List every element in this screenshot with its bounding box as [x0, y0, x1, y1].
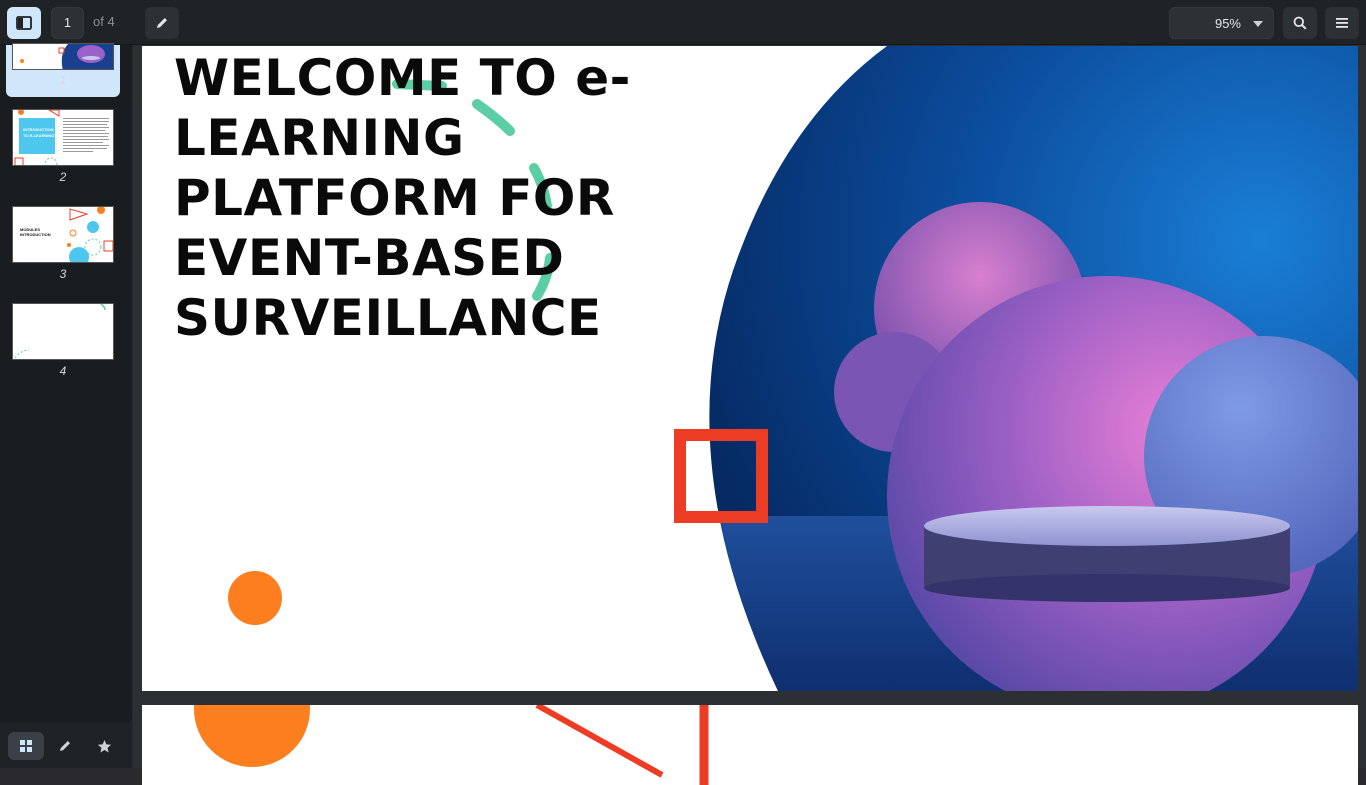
pencil-icon	[155, 16, 169, 30]
svg-text:INTRODUCTION: INTRODUCTION	[23, 127, 54, 132]
slide-title: WELCOME TO e-LEARNING PLATFORM FOR EVENT…	[174, 49, 631, 347]
slide-page-2	[142, 705, 1358, 785]
tab-bookmarks[interactable]	[86, 732, 122, 760]
thumbnail-label-4: 4	[59, 364, 67, 378]
thumbnail-label-2: 2	[59, 170, 67, 184]
thumbnail-label-3: 3	[59, 267, 67, 281]
sidebar-toggle-button[interactable]	[7, 7, 41, 39]
toolbar: 1 of 4 95%	[0, 0, 1366, 45]
thumbnail-sidebar: 1 INTRODUCTION TO E-LEARNING 2 MODULES I…	[0, 43, 132, 768]
tab-thumbnails[interactable]	[8, 732, 44, 760]
sidebar-toggle-icon	[16, 16, 32, 30]
search-icon	[1293, 16, 1307, 30]
search-button[interactable]	[1283, 7, 1317, 39]
page-number-input[interactable]: 1	[51, 7, 84, 39]
thumbnail-page-4[interactable]	[12, 303, 114, 360]
bookmarks-icon	[97, 739, 112, 754]
page-count-label: of 4	[93, 14, 115, 29]
chevron-down-icon	[1253, 21, 1263, 27]
sidebar-tabs	[0, 728, 132, 768]
thumbnails-icon	[20, 740, 32, 752]
thumbnail-page-2[interactable]: INTRODUCTION TO E-LEARNING	[12, 109, 114, 166]
slide-2-artwork	[194, 705, 709, 785]
document-viewer[interactable]: WELCOME TO e-LEARNING PLATFORM FOR EVENT…	[133, 45, 1366, 785]
svg-text:INTRODUCTION: INTRODUCTION	[20, 232, 51, 237]
svg-text:TO E-LEARNING: TO E-LEARNING	[23, 133, 54, 138]
thumbnail-list: 1 INTRODUCTION TO E-LEARNING 2 MODULES I…	[0, 43, 132, 723]
zoom-value: 95%	[1214, 16, 1241, 31]
tab-annotations[interactable]	[47, 732, 83, 760]
edit-button[interactable]	[145, 7, 179, 39]
menu-icon	[1336, 18, 1348, 28]
thumbnail-label-1: 1	[59, 73, 67, 87]
slide-page-1: WELCOME TO e-LEARNING PLATFORM FOR EVENT…	[142, 46, 1358, 691]
annotations-icon	[58, 739, 72, 753]
zoom-select[interactable]: 95%	[1169, 7, 1274, 39]
thumbnail-page-3[interactable]: MODULES INTRODUCTION	[12, 206, 114, 263]
thumbnail-page-1[interactable]	[12, 43, 114, 70]
menu-button[interactable]	[1325, 7, 1359, 39]
